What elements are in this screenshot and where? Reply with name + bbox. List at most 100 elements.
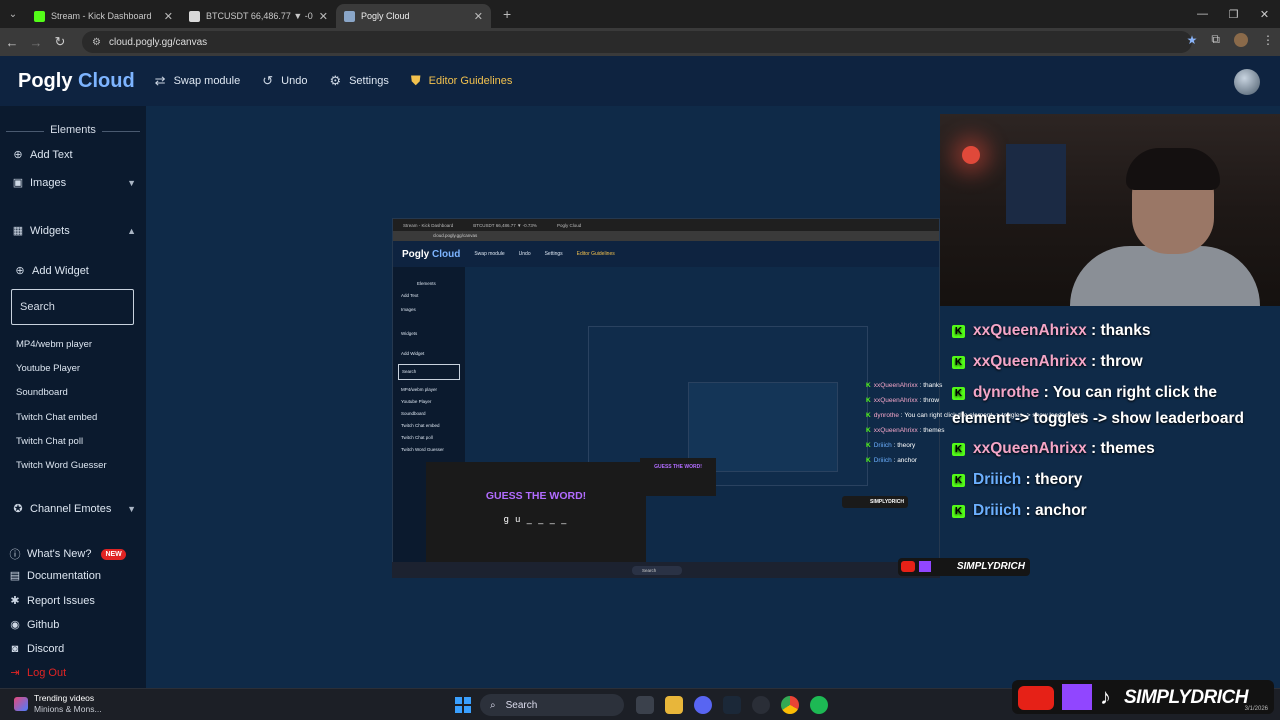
site-info-icon[interactable]: ⚙ (92, 37, 101, 48)
kick-badge-icon: K (952, 505, 965, 518)
tab-title: BTCUSDT 66,486.77 ▼ -0.73% | (206, 11, 313, 21)
widget-youtube-player[interactable]: Youtube Player (16, 363, 80, 374)
forward-arrow-icon[interactable]: → (24, 35, 48, 50)
tab-btcusdt[interactable]: BTCUSDT 66,486.77 ▼ -0.73% | ✕ (181, 4, 336, 28)
steam-icon[interactable] (723, 696, 741, 714)
obs-icon[interactable] (752, 696, 770, 714)
documentation-label: Documentation (27, 569, 101, 582)
user-avatar[interactable] (1234, 69, 1260, 95)
windows-start-icon[interactable] (455, 697, 471, 713)
bookmark-star-icon[interactable]: ★ (1187, 33, 1198, 47)
widgets-label: Widgets (30, 224, 70, 237)
discord-app-icon[interactable] (694, 696, 712, 714)
chat-text: You can right click the (1052, 384, 1218, 401)
image-icon: ▣ (12, 177, 24, 189)
youtube-icon (901, 561, 915, 572)
add-text-label: Add Text (30, 148, 73, 161)
github-link[interactable]: ◉ Github (9, 618, 133, 632)
widgets-accordion[interactable]: ▦ Widgets ▲ (12, 224, 136, 238)
tab-kick-dashboard[interactable]: Stream - Kick Dashboard ✕ (26, 4, 181, 28)
tab-close-icon[interactable]: ✕ (319, 10, 328, 23)
undo-button[interactable]: ↺ Undo (262, 73, 307, 89)
capture-header: Pogly Cloud Swap module Undo Settings Ed… (393, 241, 939, 267)
widget-twitch-chat-poll[interactable]: Twitch Chat poll (16, 436, 83, 447)
window-controls: — ❐ ✕ (1187, 0, 1280, 28)
capture-widget-item: MP4/webm player (401, 387, 438, 392)
brand-logo-overlay[interactable]: SIMPLYDRICH (898, 558, 1030, 576)
add-widget-button[interactable]: ⊕ Add Widget (14, 264, 138, 278)
report-issues-link[interactable]: ✱ Report Issues (9, 594, 133, 608)
jersey-background (1006, 144, 1066, 224)
minimize-icon[interactable]: — (1187, 0, 1218, 28)
documentation-link[interactable]: ▤ Documentation (9, 569, 133, 583)
widget-soundboard[interactable]: Soundboard (16, 387, 68, 398)
widget-search-input[interactable] (11, 289, 134, 325)
chat-message: KxxQueenAhrixx : throw (952, 353, 1143, 371)
report-issues-label: Report Issues (27, 594, 95, 607)
browser-menu-icon[interactable]: ⋮ (1262, 33, 1274, 47)
news-widget[interactable]: Trending videos Minions & Mons... (14, 693, 102, 715)
undo-label: Undo (281, 75, 308, 87)
logout-icon: ⇥ (10, 667, 20, 679)
whats-new-label: What's New? (27, 548, 92, 560)
tab-close-icon[interactable]: ✕ (164, 10, 173, 23)
plus-circle-icon: ⊕ (13, 149, 23, 161)
close-window-icon[interactable]: ✕ (1249, 0, 1280, 28)
channel-emotes-accordion[interactable]: ✪ Channel Emotes ▼ (12, 502, 136, 516)
widget-twitch-chat-embed[interactable]: Twitch Chat embed (16, 412, 97, 423)
word-guesser-widget[interactable]: GUESS THE WORD! g u _ _ _ _ (426, 462, 646, 562)
chat-text: throw (1100, 353, 1143, 370)
new-badge: NEW (101, 548, 126, 560)
youtube-icon (1018, 686, 1054, 710)
editor-guidelines-button[interactable]: ⛊ Editor Guidelines (411, 73, 513, 89)
widget-mp4-player[interactable]: MP4/webm player (16, 339, 92, 350)
capture-brand-logo: SIMPLYDRICH (842, 496, 908, 508)
url-field[interactable]: ⚙ cloud.pogly.gg/canvas (82, 31, 1192, 53)
taskbar-search[interactable]: ⌕ Search (480, 694, 624, 716)
kick-badge-icon: K (952, 387, 965, 400)
capture-widget-item: Twitch Word Guesser (401, 447, 444, 452)
brand-logo-large[interactable]: ♪ SIMPLYDRICH (1012, 680, 1274, 714)
add-text-button[interactable]: ⊕ Add Text (12, 148, 136, 162)
capture-logo-main: Pogly (402, 248, 430, 260)
pogly-logo[interactable]: Pogly Cloud (18, 70, 135, 93)
chrome-icon[interactable] (781, 696, 799, 714)
back-arrow-icon[interactable]: ← (0, 35, 24, 50)
emote-icon: ✪ (13, 503, 23, 515)
images-accordion[interactable]: ▣ Images ▼ (12, 176, 136, 190)
swap-module-button[interactable]: ⇄ Swap module (155, 73, 241, 89)
chat-username: dynrothe (973, 384, 1040, 401)
new-tab-plus-icon[interactable]: + (503, 6, 511, 22)
chat-message-continued: element -> toggles -> show leaderboard (952, 410, 1244, 428)
chat-message: K Driiich : anchor (952, 502, 1087, 520)
capture-taskbar: Search (392, 562, 940, 578)
widget-twitch-word-guesser[interactable]: Twitch Word Guesser (16, 460, 107, 471)
chat-text: thanks (1100, 322, 1151, 339)
spotify-icon[interactable] (810, 696, 828, 714)
restore-icon[interactable]: ❐ (1218, 0, 1249, 28)
info-circle-icon: ⓘ (9, 549, 21, 561)
task-view-icon[interactable] (636, 696, 654, 714)
capture-settings-label: Settings (544, 251, 563, 257)
capture-widgets: Widgets (401, 331, 418, 336)
extensions-puzzle-icon[interactable]: ⧉ (1211, 32, 1220, 47)
kick-badge-icon: K (952, 356, 965, 369)
capture-widget-item: Twitch Chat poll (401, 435, 433, 440)
capture-swap-label: Swap module (474, 251, 505, 257)
taskbar-date: 3/1/2026 (1244, 706, 1268, 712)
discord-link[interactable]: ◙ Discord (9, 643, 133, 655)
settings-button[interactable]: ⚙ Settings (329, 73, 388, 89)
logout-link[interactable]: ⇥ Log Out (9, 666, 133, 680)
reload-icon[interactable]: ↻ (48, 34, 72, 50)
news-title: Trending videos (34, 693, 95, 703)
file-explorer-icon[interactable] (665, 696, 683, 714)
tab-close-icon[interactable]: ✕ (474, 10, 483, 23)
twitch-icon (919, 561, 931, 572)
tab-pogly-cloud[interactable]: Pogly Cloud ✕ (336, 4, 491, 28)
twitch-icon (1062, 684, 1092, 710)
tab-search-chevron-icon[interactable]: ⌄ (0, 0, 26, 28)
logo-accent-text: Cloud (78, 69, 135, 92)
profile-avatar[interactable] (1234, 32, 1248, 47)
whats-new-link[interactable]: ⓘ What's New? NEW (9, 546, 133, 562)
chevron-up-icon: ▲ (127, 225, 136, 236)
